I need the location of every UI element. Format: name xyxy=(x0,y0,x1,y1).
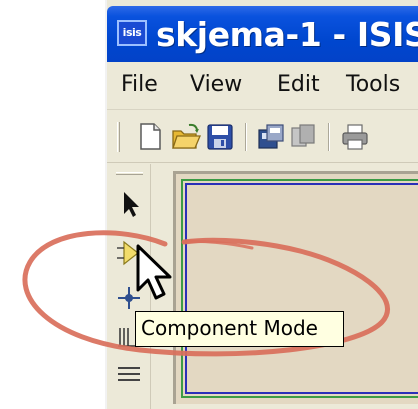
component-mode-icon[interactable] xyxy=(114,238,144,270)
print-icon[interactable] xyxy=(341,122,369,151)
title-bar[interactable]: isis skjema-1 - ISIS xyxy=(107,6,418,62)
menu-tools[interactable]: Tools xyxy=(346,72,400,97)
junction-dot-icon[interactable] xyxy=(114,282,144,314)
mode-toolbar xyxy=(107,164,151,409)
toolbar-grip[interactable] xyxy=(117,122,120,152)
selection-arrow-icon[interactable] xyxy=(114,188,144,220)
toolbar-separator xyxy=(245,123,247,151)
menu-view[interactable]: View xyxy=(190,72,242,97)
import-icon[interactable] xyxy=(257,122,285,151)
new-document-icon[interactable] xyxy=(136,122,164,151)
menu-bar: File View Edit Tools xyxy=(107,62,418,110)
copy-icon[interactable] xyxy=(289,122,317,151)
menu-edit[interactable]: Edit xyxy=(277,72,320,97)
isis-app-icon[interactable]: isis xyxy=(117,20,147,46)
sheet-border-blue xyxy=(185,183,418,394)
menu-file[interactable]: File xyxy=(121,72,158,97)
mode-toolbar-grip[interactable] xyxy=(116,172,143,175)
open-folder-icon[interactable] xyxy=(171,122,201,151)
main-toolbar xyxy=(107,110,418,163)
window-title: skjema-1 - ISIS xyxy=(156,15,418,54)
tooltip-component-mode: Component Mode xyxy=(135,311,344,347)
schematic-editing-canvas[interactable] xyxy=(173,171,418,404)
save-disk-icon[interactable] xyxy=(206,122,234,151)
isis-window: isis skjema-1 - ISIS File View Edit Tool… xyxy=(107,0,418,409)
toolbar-separator xyxy=(328,123,330,151)
text-script-icon[interactable] xyxy=(114,360,144,392)
